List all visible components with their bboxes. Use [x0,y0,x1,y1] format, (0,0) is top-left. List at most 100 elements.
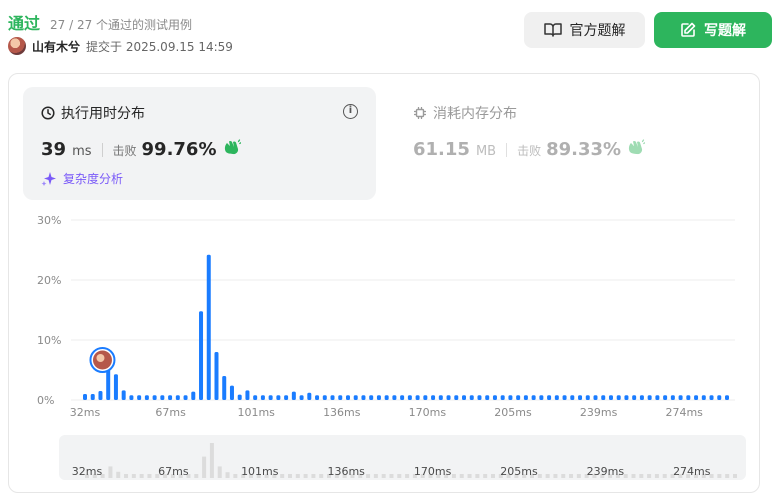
bar[interactable] [90,394,95,400]
bar[interactable] [709,395,714,400]
bar[interactable] [694,395,699,400]
bar[interactable] [407,395,412,400]
runtime-panel[interactable]: 执行用时分布 i 39 ms 击败 99.76% 复杂度分析 [23,87,376,200]
bar[interactable] [392,395,397,400]
bar[interactable] [83,394,87,400]
bar[interactable] [531,395,536,400]
bar[interactable] [454,395,459,400]
complexity-analysis-link[interactable]: 复杂度分析 [41,170,123,187]
bar[interactable] [485,395,490,400]
bar[interactable] [523,395,528,400]
chart-range-overview[interactable]: 32ms 67ms 101ms 136ms 170ms 205ms 239ms 274ms [59,435,746,480]
bar[interactable] [322,395,327,400]
bar[interactable] [446,395,451,400]
bar[interactable] [547,395,552,400]
bar[interactable] [539,395,544,400]
bar[interactable] [160,395,165,400]
bar[interactable] [369,395,374,400]
bar[interactable] [353,395,358,400]
bar[interactable] [438,395,443,400]
bar[interactable] [415,395,420,400]
bar[interactable] [384,395,389,400]
bar[interactable] [129,395,134,400]
bar[interactable] [400,395,405,400]
bar[interactable] [345,395,350,400]
bar[interactable] [113,374,118,400]
info-icon[interactable]: i [343,104,358,119]
bar[interactable] [191,391,196,400]
bar[interactable] [492,395,497,400]
bar[interactable] [206,254,211,400]
bar[interactable] [431,395,436,400]
bar[interactable] [98,391,103,400]
bar[interactable] [361,395,366,400]
bar[interactable] [500,395,505,400]
bar[interactable] [469,395,474,400]
bar[interactable] [663,395,668,400]
bar[interactable] [516,395,521,400]
bar[interactable] [655,395,660,400]
bar[interactable] [268,395,273,400]
bar[interactable] [338,395,343,400]
bar[interactable] [222,376,227,400]
bar[interactable] [214,352,219,400]
bar[interactable] [554,395,559,400]
overview-bar [311,474,316,478]
overview-bar [373,474,378,478]
bar[interactable] [330,395,335,400]
bar[interactable] [307,392,312,400]
bar[interactable] [276,395,281,400]
bar[interactable] [315,395,320,400]
bar[interactable] [137,395,142,400]
bar[interactable] [253,395,258,400]
runtime-distribution-chart[interactable]: 30% 20% 10% 0% 32ms 67ms 101ms 136ms 170ms 205ms 2… [9,204,761,429]
bar[interactable] [585,395,590,400]
bar[interactable] [624,395,629,400]
overview-bar [561,474,566,478]
bar[interactable] [686,395,691,400]
bar[interactable] [260,395,265,400]
bar[interactable] [229,385,234,400]
bar[interactable] [423,395,428,400]
bar[interactable] [237,394,242,400]
bar[interactable] [291,391,296,400]
bar[interactable] [701,395,706,400]
official-solution-button[interactable]: 官方题解 [524,12,645,48]
bar[interactable] [670,395,675,400]
bar[interactable] [647,395,652,400]
bar[interactable] [245,390,250,400]
bar[interactable] [168,395,173,400]
bar[interactable] [508,395,513,400]
bar[interactable] [152,395,157,400]
bar[interactable] [578,395,583,400]
overview-tick-label: 136ms [327,465,365,478]
bar[interactable] [144,395,149,400]
bar[interactable] [199,311,204,400]
bar[interactable] [639,395,644,400]
my-submission-marker[interactable] [89,347,116,373]
avatar[interactable] [8,37,26,55]
bar[interactable] [284,395,289,400]
bar[interactable] [462,395,467,400]
bar[interactable] [562,395,567,400]
memory-panel[interactable]: 消耗内存分布 61.15 MB 击败 89.33% [395,87,735,200]
bar[interactable] [175,395,180,400]
bar[interactable] [121,390,126,400]
bar[interactable] [570,395,575,400]
username[interactable]: 山有木兮 [32,38,80,55]
bar[interactable] [299,395,304,400]
bar[interactable] [376,395,381,400]
runtime-title-text: 执行用时分布 [61,106,145,122]
bar[interactable] [725,395,729,400]
bar[interactable] [593,395,598,400]
bar[interactable] [678,395,683,400]
bar[interactable] [601,395,606,400]
bar[interactable] [717,395,722,400]
bar[interactable] [477,395,482,400]
overview-minichart[interactable]: 32ms 67ms 101ms 136ms 170ms 205ms 239ms 274ms [59,435,746,480]
bar[interactable] [616,395,621,400]
bar[interactable] [632,395,637,400]
write-solution-button[interactable]: 写题解 [654,12,772,48]
bar[interactable] [608,395,613,400]
bar[interactable] [183,395,188,400]
